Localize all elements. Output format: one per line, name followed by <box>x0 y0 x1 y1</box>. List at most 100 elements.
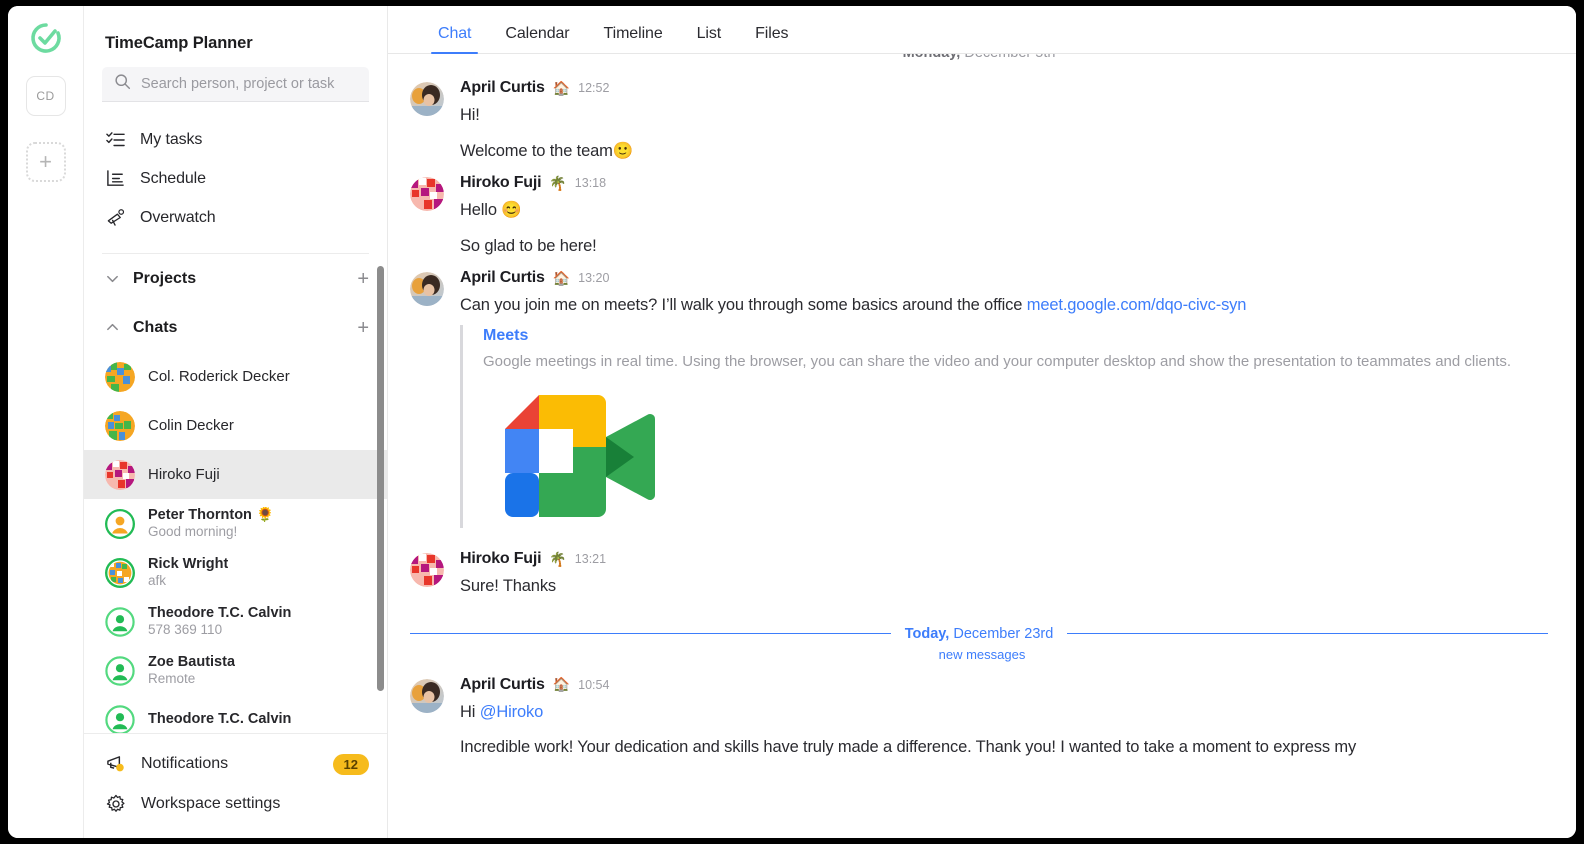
status-emoji: 🏠 <box>552 676 571 693</box>
new-messages-label: new messages <box>938 646 1026 662</box>
day-separator-date: December 5th <box>960 54 1055 61</box>
message-text: Can you join me on meets? I’ll walk you … <box>460 293 1546 319</box>
link-preview-card[interactable]: Meets Google meetings in real time. Usin… <box>460 324 1546 529</box>
day-separator-day: Today, <box>904 625 950 642</box>
day-separator-today: Today, December 23rd <box>388 626 1576 642</box>
message: April Curtis 🏠 12:52 Hi! Welcome to the … <box>388 61 1576 164</box>
sidebar-scroll-area: Projects + Chats + Col. Roderick Decker … <box>84 254 387 734</box>
list-item[interactable]: Col. Roderick Decker <box>84 352 387 401</box>
mention-link[interactable]: @Hiroko <box>480 703 544 721</box>
tab-label: Calendar <box>505 25 570 42</box>
workspace-avatar-cd[interactable]: CD <box>25 76 66 116</box>
tab-list[interactable]: List <box>680 25 739 53</box>
search-box[interactable] <box>102 67 369 103</box>
megaphone-icon <box>105 754 127 775</box>
avatar <box>105 704 135 734</box>
checklist-icon <box>105 130 126 149</box>
chevron-down-icon[interactable] <box>105 271 127 286</box>
sidebar-item-workspace-settings[interactable]: Workspace settings <box>84 784 387 824</box>
add-chat-button[interactable]: + <box>357 318 369 338</box>
message-time: 13:20 <box>578 271 610 286</box>
message-text: Hello 😊 <box>460 201 522 220</box>
list-item[interactable]: Rick Wright afk <box>84 548 387 597</box>
sidebar-group-chats[interactable]: Chats + <box>84 303 387 352</box>
add-workspace-button[interactable]: + <box>25 142 66 182</box>
meet-link[interactable]: meet.google.com/dqo-civc-syn <box>1027 296 1247 314</box>
chat-name: Theodore T.C. Calvin <box>148 605 292 622</box>
message-text: Welcome to the team🙂 <box>460 141 634 160</box>
avatar[interactable] <box>410 82 444 116</box>
message-header: Hiroko Fuji 🌴 13:21 <box>460 550 1546 568</box>
tab-chat[interactable]: Chat <box>421 25 488 54</box>
message-body: April Curtis 🏠 12:52 Hi! Welcome to the … <box>460 79 1546 164</box>
day-separator-past: Monday, December 5th <box>388 54 1576 61</box>
sidebar: TimeCamp Planner Search person, project … <box>84 6 388 838</box>
sidebar-group-label: Chats <box>133 318 178 336</box>
sidebar-footer: Notifications 12 Workspace settings <box>84 733 387 838</box>
day-separator-label: Today, December 23rd <box>905 626 1054 642</box>
status-emoji: 🏠 <box>552 269 571 286</box>
chat-preview: Remote <box>148 671 196 687</box>
avatar <box>105 557 135 588</box>
list-item[interactable]: Theodore T.C. Calvin 578 369 110 <box>84 597 387 646</box>
message-time: 10:54 <box>578 677 610 692</box>
sidebar-group-label: Projects <box>133 269 197 287</box>
chat-preview: afk <box>148 573 167 589</box>
message-author: April Curtis <box>460 79 545 96</box>
link-preview-title[interactable]: Meets <box>483 327 1546 345</box>
schedule-icon <box>105 169 126 188</box>
tab-calendar[interactable]: Calendar <box>488 25 586 53</box>
day-separator-day: Monday, <box>903 54 961 61</box>
telescope-icon <box>105 208 126 227</box>
separator-line <box>410 633 891 635</box>
app-window: CD + TimeCamp Planner Search person, pro… <box>8 6 1576 838</box>
message-author: Hiroko Fuji <box>460 550 542 568</box>
chat-name: Colin Decker <box>148 416 234 434</box>
timecamp-check-logo-icon[interactable] <box>26 18 66 58</box>
message-header: April Curtis 🏠 10:54 <box>460 676 1546 694</box>
message: April Curtis 🏠 13:20 Can you join me on … <box>388 259 1576 532</box>
sidebar-nav: My tasks Schedule Overwatch <box>84 102 387 249</box>
tab-bar: Chat Calendar Timeline List Files <box>388 6 1576 54</box>
message-text: Sure! Thanks <box>460 577 557 596</box>
list-item-partial[interactable]: Theodore T.C. Calvin <box>84 695 387 734</box>
message-header: Hiroko Fuji 🌴 13:18 <box>460 174 1546 192</box>
add-project-button[interactable]: + <box>357 269 369 289</box>
avatar[interactable] <box>410 678 444 713</box>
sidebar-item-my-tasks[interactable]: My tasks <box>84 120 387 159</box>
message: Hiroko Fuji 🌴 13:21 Sure! Thanks <box>388 532 1576 600</box>
list-item-active[interactable]: Hiroko Fuji <box>84 450 387 500</box>
avatar[interactable] <box>410 272 444 307</box>
tab-timeline[interactable]: Timeline <box>587 25 680 53</box>
search-input[interactable] <box>141 76 357 93</box>
message-time: 13:18 <box>574 176 607 191</box>
tab-label: Timeline <box>603 25 663 42</box>
list-item[interactable]: Zoe Bautista Remote <box>84 646 387 695</box>
avatar <box>105 606 135 637</box>
sidebar-item-label: Schedule <box>140 169 206 187</box>
tab-files[interactable]: Files <box>738 25 805 53</box>
sidebar-item-overwatch[interactable]: Overwatch <box>84 198 387 237</box>
avatar[interactable] <box>410 177 444 212</box>
workspace-rail: CD + <box>8 6 84 838</box>
sidebar-group-projects[interactable]: Projects + <box>84 254 387 303</box>
notifications-badge: 12 <box>332 753 369 775</box>
link-preview-description: Google meetings in real time. Using the … <box>483 352 1512 370</box>
message-text: Hi! <box>460 106 480 124</box>
sidebar-item-label: Overwatch <box>140 208 216 226</box>
chat-name: Rick Wright <box>148 556 229 573</box>
chat-name: Col. Roderick Decker <box>148 367 290 385</box>
separator-line <box>1067 633 1549 635</box>
sidebar-scrollbar[interactable] <box>377 266 384 692</box>
workspace-initials: CD <box>36 89 55 103</box>
list-item[interactable]: Peter Thornton 🌻 Good morning! <box>84 499 387 548</box>
list-item[interactable]: Colin Decker <box>84 401 387 450</box>
chevron-up-icon[interactable] <box>105 320 127 335</box>
sidebar-item-label: Workspace settings <box>141 795 281 813</box>
sidebar-item-notifications[interactable]: Notifications 12 <box>84 744 387 784</box>
sidebar-item-schedule[interactable]: Schedule <box>84 159 387 198</box>
day-separator-label: Monday, December 5th <box>903 54 1056 61</box>
message-time: 12:52 <box>578 81 610 95</box>
chat-name: Zoe Bautista <box>148 654 236 671</box>
avatar[interactable] <box>410 553 444 588</box>
